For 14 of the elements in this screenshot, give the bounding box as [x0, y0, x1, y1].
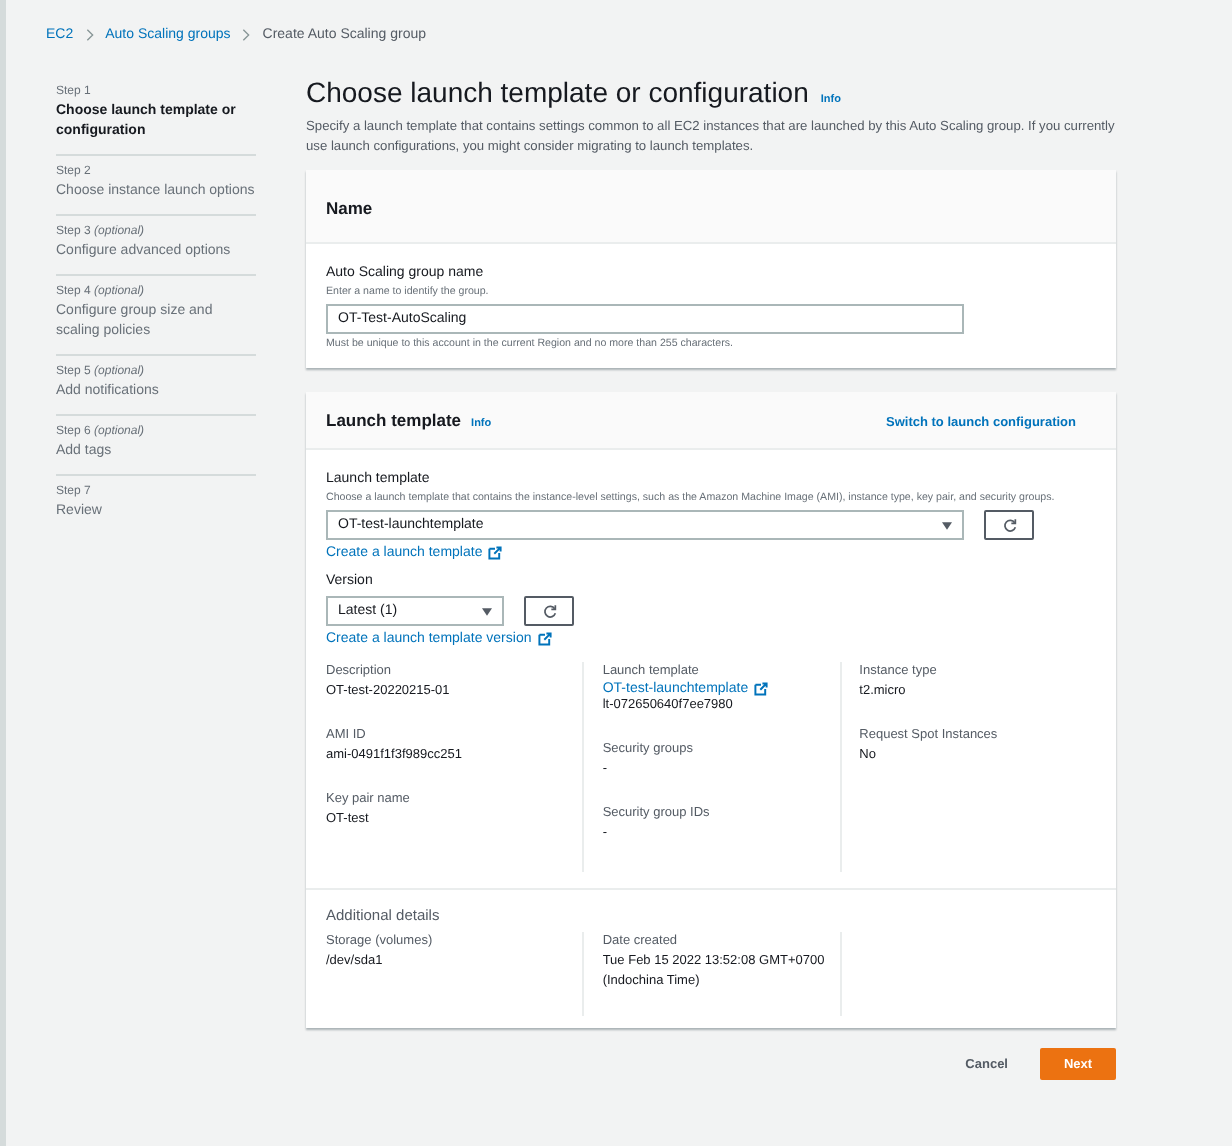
card-title: Launch template — [326, 410, 462, 430]
page-title: Choose launch template or configuration — [306, 76, 809, 108]
refresh-button[interactable] — [984, 510, 1034, 540]
refresh-icon — [541, 603, 557, 619]
external-link-icon — [488, 546, 503, 560]
external-link-icon — [537, 632, 552, 646]
refresh-button[interactable] — [524, 596, 574, 626]
caret-icon — [482, 607, 492, 615]
external-link-icon — [754, 682, 769, 696]
refresh-icon — [1001, 517, 1017, 533]
chevron-icon — [85, 27, 94, 41]
caret-icon — [942, 521, 952, 529]
card-title: Name — [326, 198, 373, 218]
chevron-icon — [242, 27, 251, 41]
